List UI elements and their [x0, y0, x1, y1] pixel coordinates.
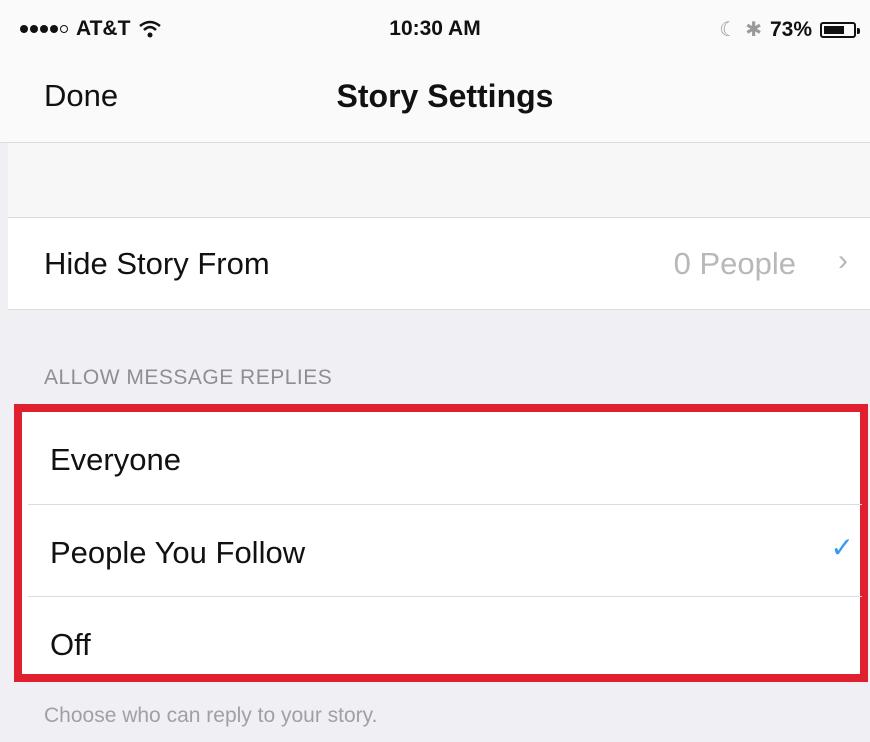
reply-option-everyone[interactable]: Everyone	[28, 412, 862, 504]
option-label: Everyone	[50, 442, 181, 477]
checkmark-icon: ✓	[830, 532, 854, 563]
status-right: ☾ ✱ 73%	[719, 17, 860, 42]
navigation-bar: Done Story Settings	[0, 56, 870, 143]
option-label: People You Follow	[50, 535, 306, 570]
chevron-right-icon: ›	[838, 244, 848, 277]
hide-story-from-label: Hide Story From	[44, 246, 270, 281]
moon-icon: ☾	[719, 19, 738, 41]
reply-option-people-you-follow[interactable]: People You Follow ✓	[28, 504, 862, 597]
spacer-cell	[8, 143, 870, 218]
hide-story-from-row[interactable]: Hide Story From 0 People ›	[8, 218, 870, 310]
battery-fill	[824, 25, 845, 34]
hide-story-count: 0 People	[673, 246, 796, 281]
battery-percent: 73%	[769, 17, 812, 41]
section-header-message-replies: ALLOW MESSAGE REPLIES	[44, 366, 333, 389]
highlight-box: Everyone People You Follow ✓ Off	[14, 404, 868, 682]
bluetooth-icon: ✱	[745, 19, 762, 41]
replies-footer-note: Choose who can reply to your story.	[44, 704, 378, 727]
page-title: Story Settings	[336, 78, 554, 114]
status-bar: AT&T 10:30 AM ☾ ✱ 73%	[0, 0, 870, 56]
reply-option-off[interactable]: Off	[28, 596, 862, 689]
battery-icon	[820, 21, 860, 38]
option-label: Off	[50, 627, 91, 662]
